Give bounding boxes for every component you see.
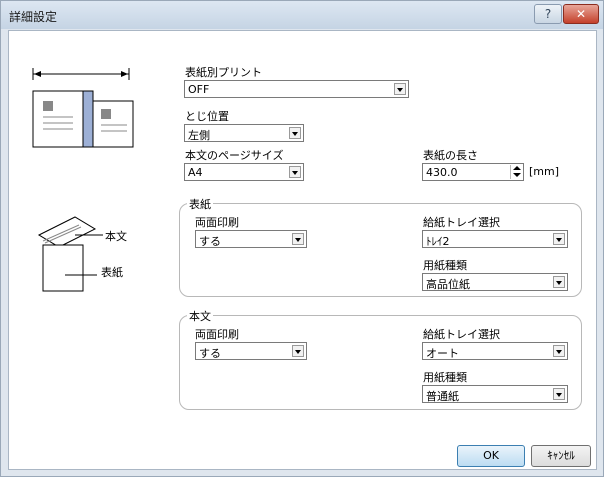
chevron-down-icon (292, 233, 304, 245)
chevron-down-icon (394, 83, 406, 95)
close-button[interactable]: ✕ (563, 4, 599, 24)
print-by-cover-label: 表紙別プリント (185, 66, 262, 79)
body-tray-label: 給紙トレイ選択 (423, 328, 500, 341)
chevron-down-icon (553, 233, 565, 245)
double-arrow-icon (32, 68, 130, 80)
body-paper-label: 用紙種類 (423, 371, 467, 384)
page-size-label: 本文のページサイズ (185, 149, 284, 162)
cover-duplex-label: 両面印刷 (195, 216, 239, 229)
cancel-button[interactable]: ｷｬﾝｾﾙ (531, 445, 591, 467)
body-duplex-select[interactable]: する (195, 342, 307, 360)
chevron-down-icon (553, 388, 565, 400)
cover-paper-select[interactable]: 高品位紙 (422, 273, 568, 291)
title-bar[interactable]: 詳細設定 ? ✕ (1, 1, 603, 29)
body-duplex-label: 両面印刷 (195, 328, 239, 341)
cover-duplex-select[interactable]: する (195, 230, 307, 248)
body-paper-select[interactable]: 普通紙 (422, 385, 568, 403)
help-icon: ? (544, 7, 552, 21)
chevron-down-icon (292, 345, 304, 357)
chevron-down-icon (289, 166, 301, 178)
cover-paper-label: 用紙種類 (423, 259, 467, 272)
binding-label: とじ位置 (185, 110, 229, 123)
chevron-down-icon (553, 345, 565, 357)
ok-button[interactable]: OK (457, 445, 525, 467)
print-by-cover-select[interactable]: OFF (184, 80, 409, 98)
cover-length-label: 表紙の長さ (423, 149, 478, 162)
cover-group-title: 表紙 (187, 196, 213, 212)
spinner-buttons[interactable] (510, 165, 522, 179)
cover-length-spinner[interactable]: 430.0 (422, 163, 524, 181)
window-title: 詳細設定 (9, 10, 58, 24)
dialog-body: 本文 表紙 表紙別プリント OFF とじ位置 左側 本文のページサイズ A4 表… (8, 30, 597, 470)
cover-tray-select[interactable]: ﾄﾚｲ2 (422, 230, 568, 248)
chevron-down-icon (553, 276, 565, 288)
body-group-title: 本文 (187, 308, 213, 324)
hyoushi-label: 表紙 (101, 266, 123, 279)
binding-select[interactable]: 左側 (184, 124, 304, 142)
dialog-window: 詳細設定 ? ✕ 本文 表紙 表紙別プリント OFF とじ位置 左側 本文のペー… (0, 0, 604, 477)
close-icon: ✕ (575, 7, 587, 21)
cover-length-unit: [mm] (529, 165, 560, 178)
spin-up-icon (513, 166, 521, 170)
honbun-label: 本文 (105, 230, 127, 243)
cover-book-icon (37, 216, 103, 292)
help-button[interactable]: ? (534, 4, 562, 24)
chevron-down-icon (289, 127, 301, 139)
spin-down-icon (513, 173, 521, 177)
booklet-icon (32, 90, 134, 148)
cover-tray-label: 給紙トレイ選択 (423, 216, 500, 229)
page-size-select[interactable]: A4 (184, 163, 304, 181)
body-tray-select[interactable]: オート (422, 342, 568, 360)
